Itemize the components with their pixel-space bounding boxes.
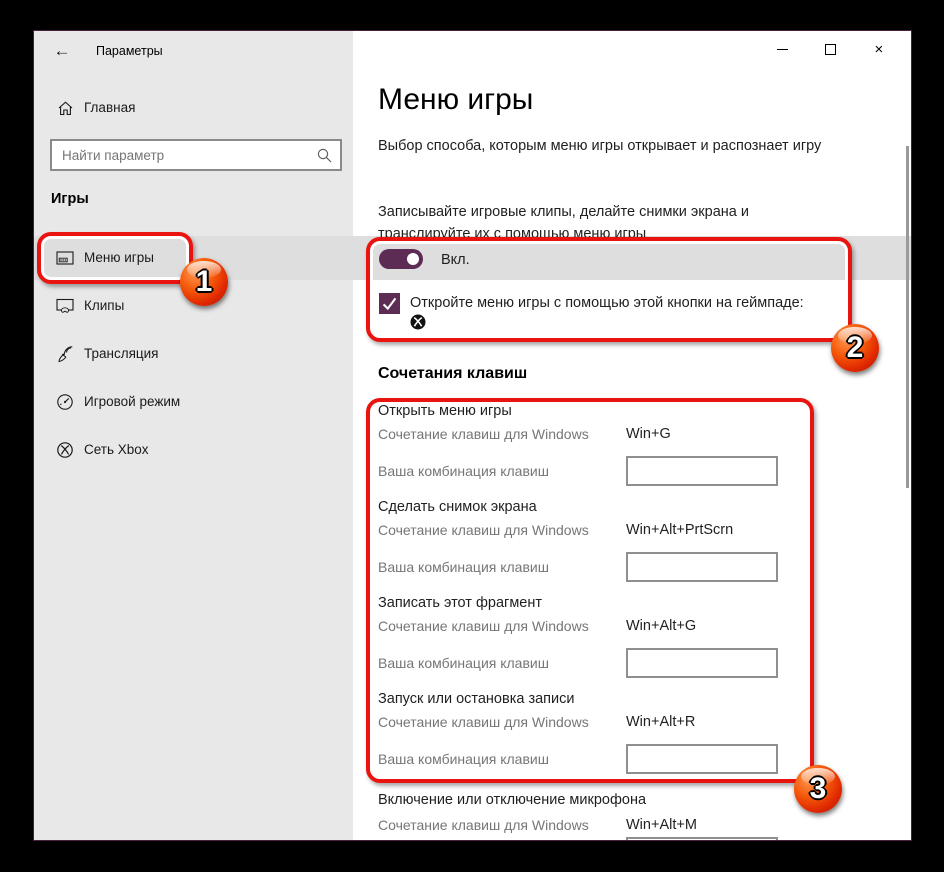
xbox-icon — [56, 441, 74, 459]
shortcut-group-screenshot: Сделать снимок экрана Сочетание клавиш д… — [378, 499, 814, 595]
checkmark-icon — [381, 295, 398, 312]
page-title: Меню игры — [378, 83, 533, 117]
shortcuts-section-title: Сочетания клавиш — [378, 365, 527, 383]
your-shortcut-label: Ваша комбинация клавиш — [378, 463, 549, 479]
shortcut-title: Открыть меню игры — [378, 403, 512, 419]
minimize-icon — [777, 49, 788, 50]
windows-shortcut-label: Сочетание клавиш для Windows — [378, 522, 589, 538]
windows-shortcut-value: Win+Alt+G — [626, 618, 696, 634]
xbox-logo-icon — [410, 314, 426, 330]
your-shortcut-label: Ваша комбинация клавиш — [378, 655, 549, 671]
sidebar-item-label: Игровой режим — [84, 394, 180, 409]
back-arrow-icon: ← — [54, 41, 71, 61]
search-input[interactable] — [52, 141, 340, 169]
shortcut-title: Записать этот фрагмент — [378, 595, 542, 611]
caption-buttons: × — [758, 31, 903, 67]
maximize-icon — [825, 44, 836, 55]
windows-shortcut-label: Сочетание клавиш для Windows — [378, 817, 589, 833]
shortcut-title: Запуск или остановка записи — [378, 691, 574, 707]
game-mode-icon — [56, 393, 74, 411]
shortcut-group-start-stop-recording: Запуск или остановка записи Сочетание кл… — [378, 691, 814, 787]
shortcut-group-open-game-bar: Открыть меню игры Сочетание клавиш для W… — [378, 403, 814, 499]
broadcast-icon — [56, 345, 74, 363]
toggle-knob-icon — [407, 253, 419, 265]
home-icon — [56, 99, 74, 117]
settings-window: ← Параметры × Главная Игры Меню игры — [33, 30, 912, 841]
game-bar-toggle[interactable] — [379, 249, 423, 269]
gamepad-open-checkbox[interactable] — [379, 293, 400, 314]
search-icon[interactable] — [316, 147, 333, 164]
back-button[interactable]: ← — [50, 39, 74, 63]
windows-shortcut-label: Сочетание клавиш для Windows — [378, 426, 589, 442]
shortcut-group-record-that: Записать этот фрагмент Сочетание клавиш … — [378, 595, 814, 691]
windows-shortcut-value: Win+G — [626, 426, 671, 442]
close-button[interactable]: × — [855, 31, 903, 67]
game-bar-icon — [56, 249, 74, 267]
windows-shortcut-value: Win+Alt+R — [626, 714, 695, 730]
clips-icon — [56, 297, 74, 315]
your-shortcut-input[interactable] — [626, 837, 778, 841]
your-shortcut-label: Ваша комбинация клавиш — [378, 751, 549, 767]
shortcut-title: Сделать снимок экрана — [378, 499, 537, 515]
window-title: Параметры — [96, 44, 163, 58]
sidebar-item-label: Сеть Xbox — [84, 442, 149, 457]
gamepad-checkbox-label: Откройте меню игры с помощью этой кнопки… — [410, 295, 804, 311]
page-description: Выбор способа, которым меню игры открыва… — [378, 135, 823, 157]
close-icon: × — [874, 42, 883, 57]
windows-shortcut-value: Win+Alt+PrtScrn — [626, 522, 733, 538]
sidebar-section-title: Игры — [51, 191, 89, 207]
sidebar-item-label: Главная — [84, 100, 135, 115]
maximize-button[interactable] — [806, 31, 854, 67]
search-box — [50, 139, 342, 171]
windows-shortcut-value: Win+Alt+M — [626, 817, 697, 833]
record-description: Записывайте игровые клипы, делайте снимк… — [378, 201, 823, 245]
your-shortcut-input[interactable] — [626, 552, 778, 582]
sidebar-item-label: Клипы — [84, 298, 124, 313]
toggle-state-label: Вкл. — [441, 252, 470, 268]
shortcut-title: Включение или отключение микрофона — [378, 792, 646, 808]
vertical-scrollbar[interactable] — [906, 146, 909, 488]
sidebar-item-label: Трансляция — [84, 346, 158, 361]
your-shortcut-input[interactable] — [626, 648, 778, 678]
sidebar-item-label: Меню игры — [84, 250, 154, 265]
your-shortcut-input[interactable] — [626, 744, 778, 774]
windows-shortcut-label: Сочетание клавиш для Windows — [378, 618, 589, 634]
your-shortcut-label: Ваша комбинация клавиш — [378, 559, 549, 575]
windows-shortcut-label: Сочетание клавиш для Windows — [378, 714, 589, 730]
minimize-button[interactable] — [758, 31, 806, 67]
your-shortcut-input[interactable] — [626, 456, 778, 486]
